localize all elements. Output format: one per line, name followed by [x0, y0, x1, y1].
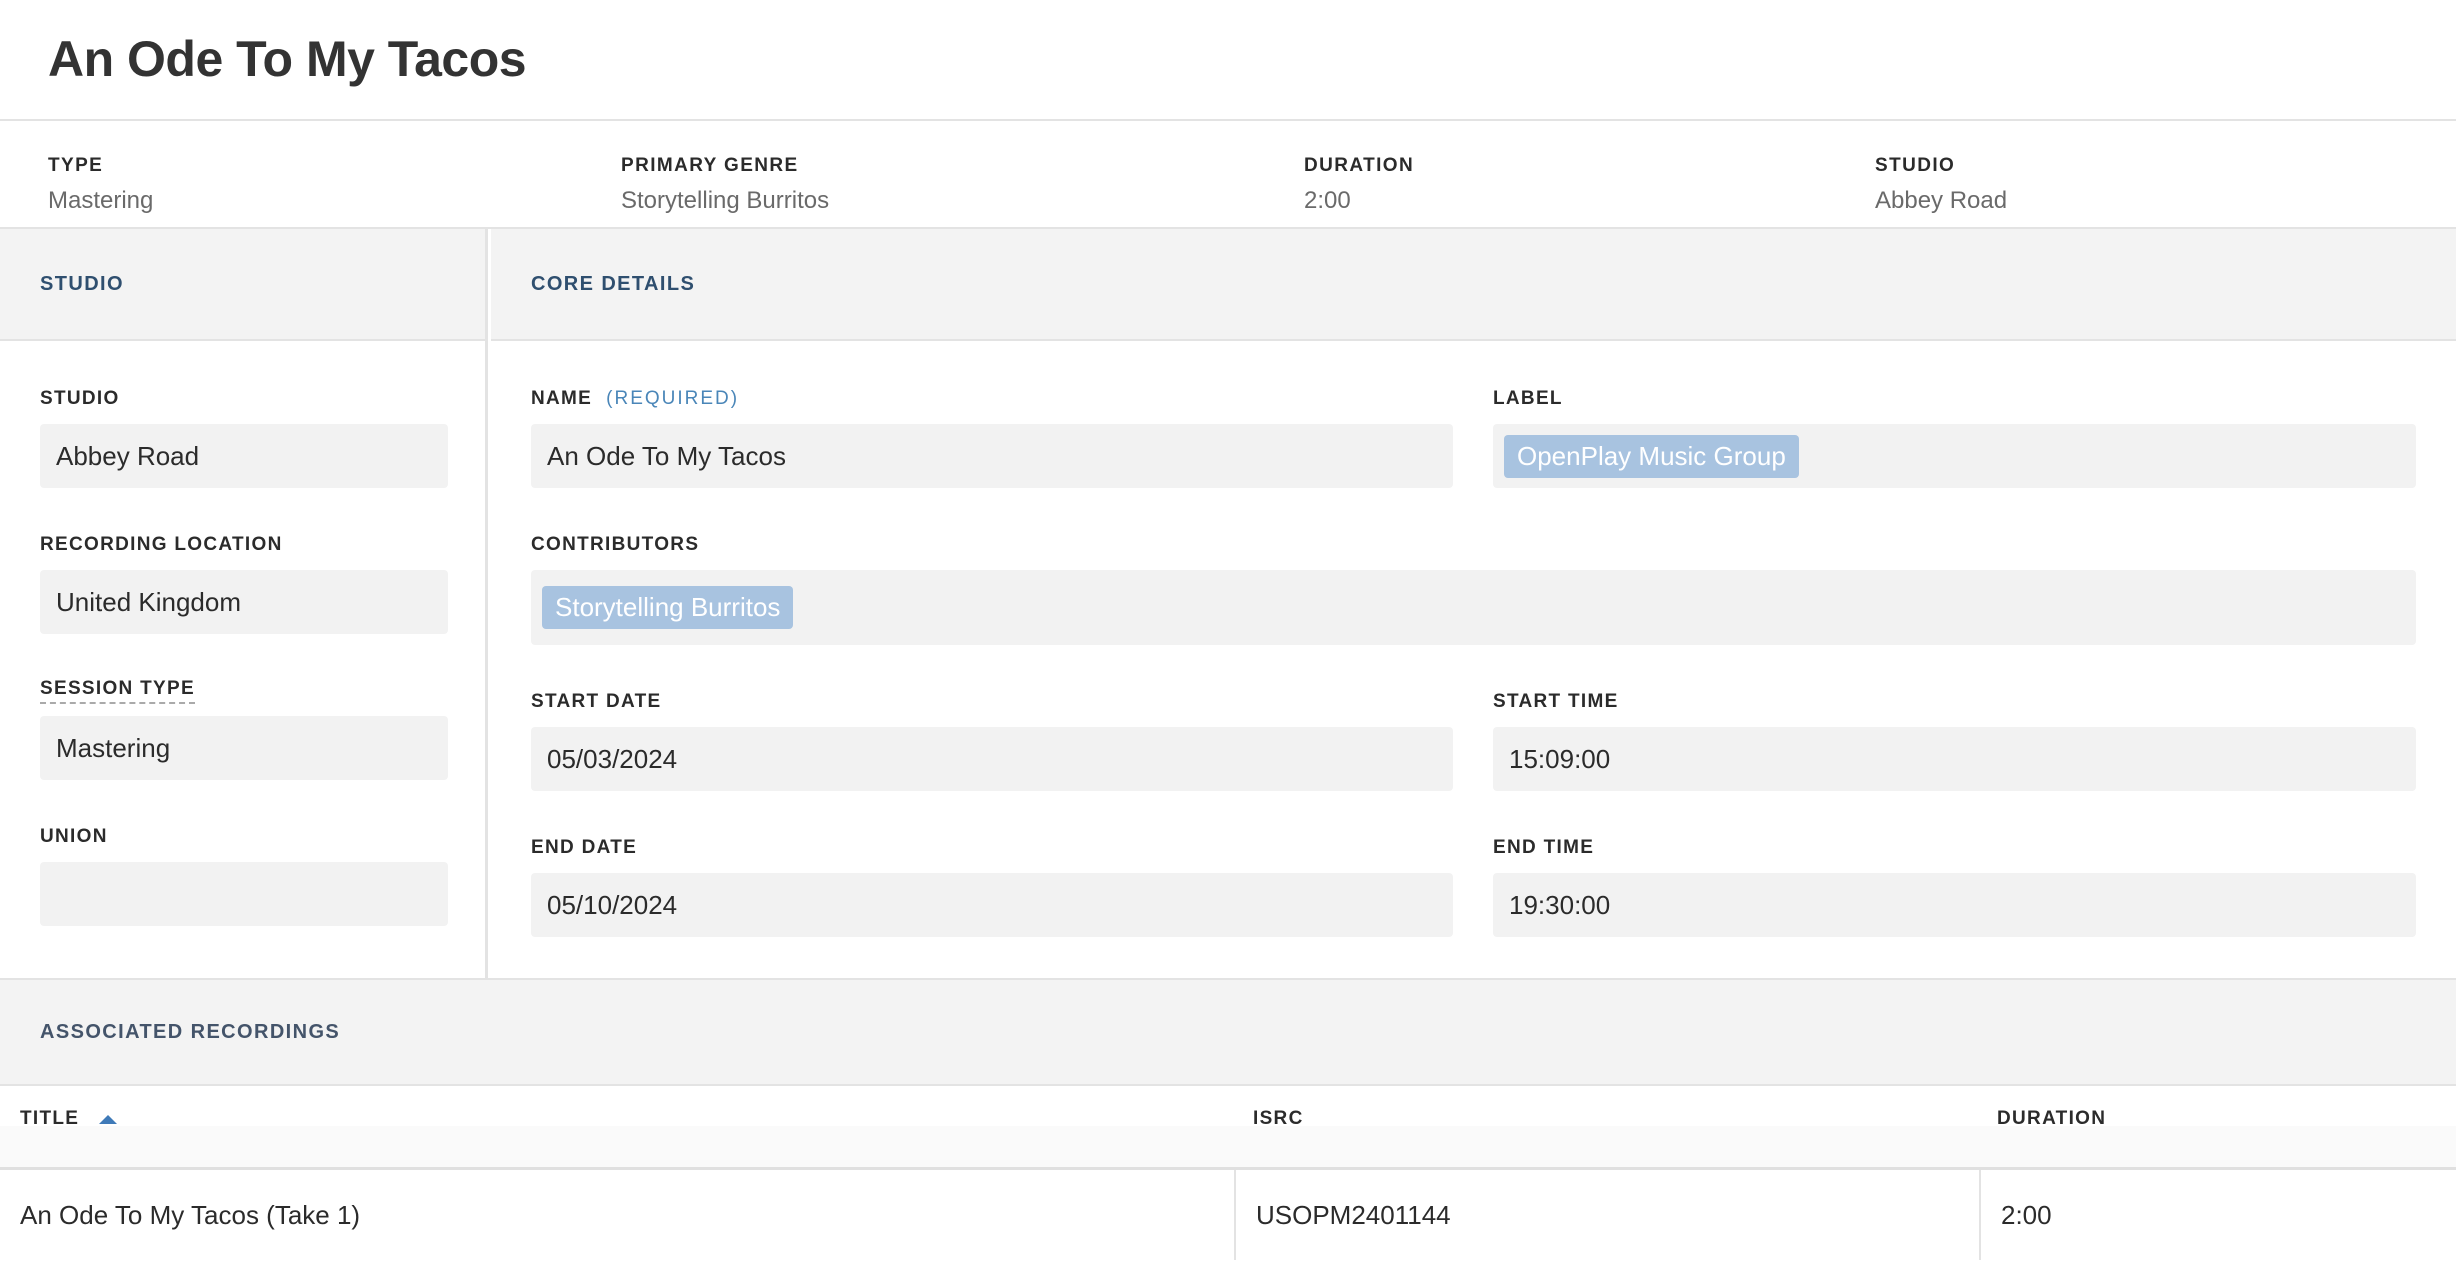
studio-input[interactable]: Abbey Road [40, 424, 448, 488]
sort-ascending-icon[interactable] [99, 1114, 118, 1124]
summary-label: TYPE [48, 155, 104, 176]
summary-duration: DURATION 2:00 [1304, 155, 1414, 215]
field-label: END DATE [531, 837, 638, 858]
name-field: NAME (REQUIRED) An Ode To My Tacos [531, 387, 1453, 488]
union-field: UNION [40, 825, 448, 926]
summary-label: DURATION [1304, 155, 1415, 176]
start-date-input[interactable]: 05/03/2024 [531, 727, 1453, 791]
column-header-label: DURATION [1997, 1108, 2107, 1129]
page-title: An Ode To My Tacos [48, 31, 527, 87]
summary-bar: TYPE Mastering PRIMARY GENRE Storytellin… [0, 121, 2456, 229]
summary-value: Mastering [48, 187, 154, 214]
summary-label: STUDIO [1875, 155, 1956, 176]
start-date-field: START DATE 05/03/2024 [531, 690, 1453, 791]
session-detail-page: An Ode To My Tacos TYPE Mastering PRIMAR… [0, 0, 2456, 1262]
label-input[interactable]: OpenPlay Music Group [1493, 424, 2416, 488]
cell-duration: 2:00 [1979, 1170, 2456, 1260]
summary-label: PRIMARY GENRE [621, 155, 799, 176]
summary-primary-genre: PRIMARY GENRE Storytelling Burritos [621, 155, 829, 215]
summary-value: Storytelling Burritos [621, 187, 830, 214]
table-header: TITLE ISRC DURATION [0, 1086, 2456, 1170]
cell-isrc: USOPM2401144 [1234, 1170, 1979, 1260]
field-label: LABEL [1493, 388, 1563, 409]
label-tag[interactable]: OpenPlay Music Group [1504, 434, 1799, 478]
column-header-duration[interactable]: DURATION [1997, 1108, 2106, 1130]
session-type-input[interactable]: Mastering [40, 716, 448, 780]
header-stripe [0, 1126, 2456, 1167]
end-date-input[interactable]: 05/10/2024 [531, 873, 1453, 937]
field-label: START TIME [1493, 691, 1619, 712]
recordings-table: TITLE ISRC DURATION An Ode To My Tacos (… [0, 1086, 2456, 1260]
start-time-field: START TIME 15:09:00 [1493, 690, 2416, 791]
field-label: NAME (REQUIRED) [531, 387, 1453, 411]
session-type-label: SESSION TYPE [40, 678, 195, 704]
core-details-panel: CORE DETAILS NAME (REQUIRED) An Ode To M… [491, 229, 2456, 978]
session-type-field: SESSION TYPE Mastering [40, 678, 448, 780]
column-header-label: TITLE [20, 1108, 80, 1129]
column-header-title[interactable]: TITLE [20, 1108, 118, 1130]
recording-location-field: RECORDING LOCATION United Kingdom [40, 533, 448, 634]
column-header-isrc[interactable]: ISRC [1253, 1108, 1304, 1130]
field-label: END TIME [1493, 837, 1595, 858]
field-label: STUDIO [40, 388, 120, 409]
recording-location-input[interactable]: United Kingdom [40, 570, 448, 634]
end-time-input[interactable]: 19:30:00 [1493, 873, 2416, 937]
label-field: LABEL OpenPlay Music Group [1493, 387, 2416, 488]
contributor-tag[interactable]: Storytelling Burritos [542, 586, 794, 629]
summary-studio: STUDIO Abbey Road [1875, 155, 2007, 215]
name-label: NAME [531, 388, 593, 409]
associated-recordings-heading: ASSOCIATED RECORDINGS [0, 978, 2456, 1086]
end-date-field: END DATE 05/10/2024 [531, 836, 1453, 937]
field-label: SESSION TYPE [40, 678, 448, 704]
studio-field: STUDIO Abbey Road [40, 387, 448, 488]
column-header-label: ISRC [1253, 1108, 1304, 1129]
studio-panel: STUDIO STUDIO Abbey Road RECORDING LOCAT… [0, 229, 488, 978]
summary-value: Abbey Road [1875, 187, 2008, 214]
summary-type: TYPE Mastering [48, 155, 153, 215]
core-details-section-heading: CORE DETAILS [491, 229, 2456, 341]
contributors-field: CONTRIBUTORS Storytelling Burritos [531, 533, 2416, 645]
studio-section-heading: STUDIO [0, 229, 485, 341]
field-label: UNION [40, 826, 108, 847]
summary-value: 2:00 [1304, 187, 1351, 214]
title-bar: An Ode To My Tacos [0, 0, 2456, 121]
required-indicator: (REQUIRED) [606, 388, 740, 409]
contributors-input[interactable]: Storytelling Burritos [531, 570, 2416, 645]
name-input[interactable]: An Ode To My Tacos [531, 424, 1453, 488]
table-row[interactable]: An Ode To My Tacos (Take 1) USOPM2401144… [0, 1170, 2456, 1260]
cell-title[interactable]: An Ode To My Tacos (Take 1) [0, 1170, 1234, 1260]
details-area: STUDIO STUDIO Abbey Road RECORDING LOCAT… [0, 229, 2456, 978]
union-input[interactable] [40, 862, 448, 926]
end-time-field: END TIME 19:30:00 [1493, 836, 2416, 937]
field-label: CONTRIBUTORS [531, 534, 700, 555]
start-time-input[interactable]: 15:09:00 [1493, 727, 2416, 791]
field-label: START DATE [531, 691, 662, 712]
field-label: RECORDING LOCATION [40, 534, 283, 555]
